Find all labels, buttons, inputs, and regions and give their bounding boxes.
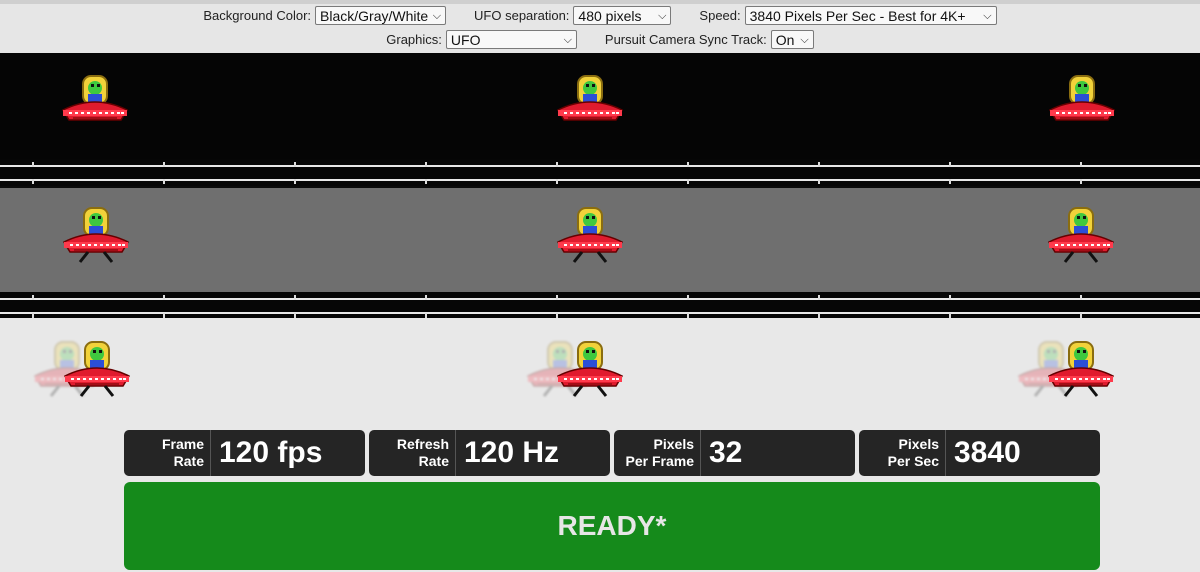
background-color-label: Background Color: — [203, 8, 312, 23]
background-color-value: Black/Gray/White — [320, 8, 429, 24]
ufo-separation-value: 480 pixels — [578, 8, 642, 24]
chevron-down-icon: ⌵ — [432, 10, 442, 22]
sync-track-tick — [32, 179, 34, 184]
sync-track-tick — [687, 179, 689, 184]
top-divider — [0, 0, 1200, 4]
sync-track-tick — [1080, 295, 1082, 300]
refresh-rate-value: 120 Hz — [464, 436, 560, 469]
status-banner: READY* — [124, 482, 1100, 570]
pixels-per-sec-label-2: Per Sec — [887, 453, 939, 469]
stats-bar: Frame Rate 120 fps Refresh Rate 120 Hz Pix… — [124, 430, 1100, 476]
ufo-icon — [57, 74, 133, 136]
ufo-icon — [1044, 74, 1120, 136]
sync-track-tick — [32, 162, 34, 167]
speed-control: Speed: 3840 Pixels Per Sec - Best for 4K… — [699, 6, 997, 25]
graphics-control: Graphics: UFO ⌵ — [386, 30, 577, 49]
sync-track-tick — [163, 179, 165, 184]
speed-label: Speed: — [699, 8, 741, 23]
pixels-per-frame-value: 32 — [709, 436, 743, 469]
controls-row-1: Background Color: Black/Gray/White ⌵ UFO… — [0, 6, 1200, 25]
ufo-separation-select[interactable]: 480 pixels ⌵ — [573, 6, 672, 25]
refresh-rate-label-1: Refresh — [396, 436, 449, 452]
sync-track-tick — [425, 295, 427, 300]
ufo-icon — [552, 74, 628, 136]
graphics-select[interactable]: UFO ⌵ — [445, 30, 577, 49]
sync-track-tick — [425, 179, 427, 184]
frame-rate-label-2: Rate — [173, 453, 204, 469]
sync-track-tick — [425, 162, 427, 167]
background-color-control: Background Color: Black/Gray/White ⌵ — [203, 6, 447, 25]
ufo-icon — [58, 206, 134, 268]
refresh-rate-stat: Refresh Rate 120 Hz — [369, 430, 610, 476]
graphics-value: UFO — [450, 32, 481, 48]
sync-track-tick — [163, 162, 165, 167]
sync-track-tick — [1080, 179, 1082, 184]
speed-value: 3840 Pixels Per Sec - Best for 4K+ — [749, 8, 966, 24]
pixels-per-frame-label-1: Pixels — [653, 436, 694, 452]
sync-track-tick — [818, 179, 820, 184]
pixels-per-frame-stat: Pixels Per Frame 32 — [614, 430, 855, 476]
sync-track-tick — [32, 295, 34, 300]
pixels-per-sec-stat: Pixels Per Sec 3840 — [859, 430, 1100, 476]
ufo-icon — [552, 340, 628, 402]
chevron-down-icon: ⌵ — [983, 10, 992, 22]
sync-track-tick — [818, 162, 820, 167]
sync-track-tick — [1080, 162, 1082, 167]
sync-track-tick — [556, 295, 558, 300]
controls-row-2: Graphics: UFO ⌵ Pursuit Camera Sync Trac… — [0, 30, 1200, 49]
sync-track-control: Pursuit Camera Sync Track: On ⌵ — [605, 30, 814, 49]
ufo-icon — [1043, 206, 1119, 268]
frame-rate-label-1: Frame — [161, 436, 204, 452]
chevron-down-icon: ⌵ — [800, 34, 809, 46]
background-color-select[interactable]: Black/Gray/White ⌵ — [315, 6, 447, 25]
sync-track-tick — [294, 179, 296, 184]
speed-select[interactable]: 3840 Pixels Per Sec - Best for 4K+ ⌵ — [744, 6, 997, 25]
graphics-label: Graphics: — [386, 32, 442, 47]
sync-track-tick — [163, 295, 165, 300]
pixels-per-sec-label-1: Pixels — [898, 436, 939, 452]
sync-track-tick — [294, 162, 296, 167]
ufo-separation-control: UFO separation: 480 pixels ⌵ — [474, 6, 672, 25]
pixels-per-sec-value: 3840 — [954, 436, 1021, 469]
sync-track-tick — [949, 179, 951, 184]
chevron-down-icon: ⌵ — [658, 10, 667, 22]
sync-track-value: On — [775, 32, 795, 48]
sync-track-select[interactable]: On ⌵ — [770, 30, 814, 49]
sync-track-2-lower — [0, 310, 1200, 318]
sync-track-tick — [556, 162, 558, 167]
sync-track-1-lower — [0, 176, 1200, 186]
sync-track-tick — [949, 162, 951, 167]
sync-track-tick — [294, 295, 296, 300]
ufo-icon — [552, 206, 628, 268]
pixels-per-frame-label-2: Per Frame — [625, 453, 694, 469]
ufo-separation-label: UFO separation: — [474, 8, 570, 23]
frame-rate-value: 120 fps — [219, 436, 323, 469]
sync-track-tick — [687, 162, 689, 167]
ufo-icon — [59, 340, 135, 402]
sync-track-tick — [818, 295, 820, 300]
frame-rate-stat: Frame Rate 120 fps — [124, 430, 365, 476]
sync-track-tick — [687, 295, 689, 300]
sync-track-label: Pursuit Camera Sync Track: — [604, 32, 767, 47]
chevron-down-icon: ⌵ — [563, 34, 572, 46]
ufo-icon — [1043, 340, 1119, 402]
sync-track-tick — [949, 295, 951, 300]
status-text: READY* — [557, 510, 667, 541]
refresh-rate-label-2: Rate — [418, 453, 449, 469]
sync-track-tick — [556, 179, 558, 184]
